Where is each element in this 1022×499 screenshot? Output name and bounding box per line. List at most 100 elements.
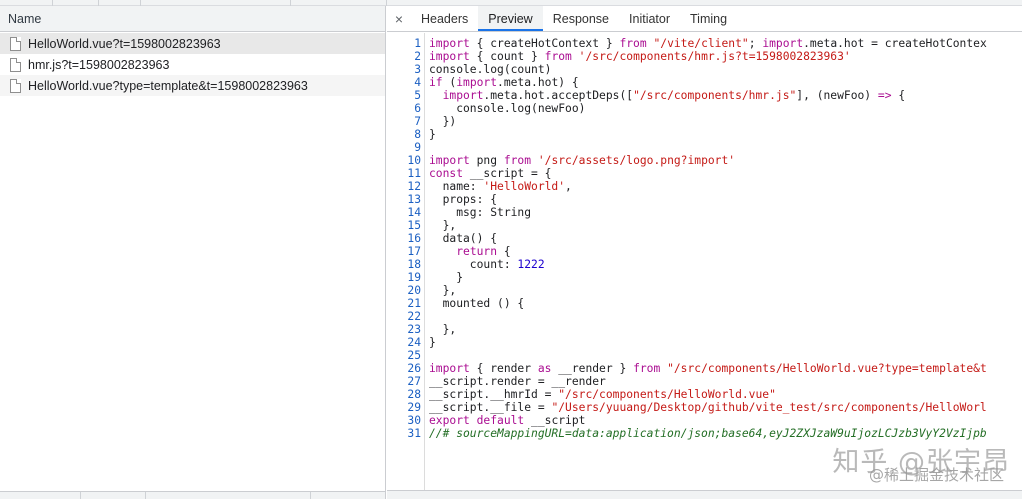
tab-response[interactable]: Response xyxy=(543,6,619,31)
code-line: 20 }, xyxy=(387,284,1022,297)
name-column-header[interactable]: Name xyxy=(0,6,385,32)
code-token: } xyxy=(429,336,436,349)
request-row-hmr-js[interactable]: hmr.js?t=1598002823963 xyxy=(0,54,385,75)
code-token: as xyxy=(537,362,552,375)
code-token: __script.render = __render xyxy=(429,375,606,388)
code-text: console.log(count) xyxy=(421,63,551,76)
code-token: export xyxy=(429,414,470,427)
code-line: 2 import { count } from '/src/components/… xyxy=(387,50,1022,63)
code-text: import { createHotContext } from "/vite/… xyxy=(421,37,987,50)
code-line: 12 name: 'HelloWorld', xyxy=(387,180,1022,193)
code-line: 22 xyxy=(387,310,1022,323)
source-preview[interactable]: 1 import { createHotContext } from "/vite… xyxy=(387,33,1022,490)
request-detail-pane: × Headers Preview Response Initiator Tim… xyxy=(387,6,1022,499)
document-icon xyxy=(10,57,21,72)
line-number: 30 xyxy=(407,414,421,427)
code-token: { xyxy=(497,245,511,258)
watermark: 知乎 @张宇昂 @稀土掘金技术社区 xyxy=(806,440,1018,490)
code-token: import xyxy=(456,76,498,89)
code-text: }, xyxy=(421,219,457,232)
code-token: msg: String xyxy=(429,206,532,219)
request-list: HelloWorld.vue?t=1598002823963 hmr.js?t=… xyxy=(0,33,385,96)
code-line: 19 } xyxy=(387,271,1022,284)
line-number: 3 xyxy=(414,63,421,76)
detail-tabbar: × Headers Preview Response Initiator Tim… xyxy=(387,6,1022,32)
code-token: from xyxy=(503,154,532,167)
code-token: }, xyxy=(429,284,457,297)
code-token: .meta.hot = createHotContex xyxy=(803,37,987,50)
code-line: 7 }) xyxy=(387,115,1022,128)
code-token: from xyxy=(633,362,661,375)
code-text: __script.render = __render xyxy=(421,375,606,388)
line-number: 31 xyxy=(407,427,421,440)
code-lines: 1 import { createHotContext } from "/vite… xyxy=(387,37,1022,440)
left-pane-footer xyxy=(0,491,385,499)
document-icon xyxy=(10,36,21,51)
code-text: mounted () { xyxy=(421,297,525,310)
code-line: 4 if (import.meta.hot) { xyxy=(387,76,1022,89)
code-token: count: xyxy=(429,258,518,271)
code-line: 3 console.log(count) xyxy=(387,63,1022,76)
code-line: 18 count: 1222 xyxy=(387,258,1022,271)
code-token: ; xyxy=(748,37,763,50)
code-token: console.log(newFoo) xyxy=(429,102,586,115)
tab-headers[interactable]: Headers xyxy=(411,6,478,31)
request-row-helloworld-vue[interactable]: HelloWorld.vue?t=1598002823963 xyxy=(0,33,385,54)
code-text: __script.__hmrId = "/src/components/Hell… xyxy=(421,388,776,401)
tab-initiator[interactable]: Initiator xyxy=(619,6,680,31)
code-text: } xyxy=(421,271,463,284)
line-number: 8 xyxy=(414,128,421,141)
code-token: }, xyxy=(429,323,457,336)
line-number: 28 xyxy=(407,388,421,401)
detail-footer xyxy=(387,490,1022,499)
request-row-helloworld-template[interactable]: HelloWorld.vue?type=template&t=159800282… xyxy=(0,75,385,96)
code-line: 8} xyxy=(387,128,1022,141)
code-token: ( xyxy=(442,76,457,89)
code-token: 1222 xyxy=(517,258,545,271)
code-token: "/src/components/hmr.js" xyxy=(633,89,797,102)
line-number: 18 xyxy=(407,258,421,271)
close-icon[interactable]: × xyxy=(387,6,411,31)
line-number: 12 xyxy=(407,180,421,193)
code-token: } xyxy=(429,271,464,284)
code-token: props: { xyxy=(429,193,498,206)
document-icon xyxy=(10,78,21,93)
code-text: import.meta.hot.acceptDeps(["/src/compon… xyxy=(421,89,906,102)
code-line: 24} xyxy=(387,336,1022,349)
tab-timing[interactable]: Timing xyxy=(680,6,737,31)
code-token: __script = { xyxy=(463,167,552,180)
code-token: import xyxy=(762,37,804,50)
code-line: 9 xyxy=(387,141,1022,154)
tab-preview[interactable]: Preview xyxy=(478,6,543,31)
code-line: 21 mounted () { xyxy=(387,297,1022,310)
code-line: 1 import { createHotContext } from "/vite… xyxy=(387,37,1022,50)
code-text: console.log(newFoo) xyxy=(421,102,585,115)
request-list-pane: Name HelloWorld.vue?t=1598002823963 hmr.… xyxy=(0,6,386,499)
code-line: 25 xyxy=(387,349,1022,362)
request-name: hmr.js?t=1598002823963 xyxy=(28,57,170,72)
code-line: 6 console.log(newFoo) xyxy=(387,102,1022,115)
code-token: '/src/components/hmr.js?t=1598002823963' xyxy=(571,50,851,63)
code-text: import { render as __render } from "/src… xyxy=(421,362,987,375)
code-line: 31 //# sourceMappingURL=data:application/… xyxy=(387,427,1022,440)
code-line: 13 props: { xyxy=(387,193,1022,206)
line-number: 17 xyxy=(407,245,421,258)
code-text: export default __script xyxy=(421,414,585,427)
code-line: 26 import { render as __render } from "/s… xyxy=(387,362,1022,375)
code-token: { count } xyxy=(469,50,545,63)
line-number: 16 xyxy=(407,232,421,245)
line-number: 9 xyxy=(414,141,421,154)
code-text: return { xyxy=(421,245,511,258)
code-token: const xyxy=(429,167,464,180)
line-number: 7 xyxy=(414,115,421,128)
code-line: 27 __script.render = __render xyxy=(387,375,1022,388)
code-token: }, xyxy=(429,219,457,232)
column-divider xyxy=(310,492,311,499)
code-token: { render xyxy=(469,362,538,375)
line-number: 25 xyxy=(407,349,421,362)
code-token: "/Users/yuuang/Desktop/github/vite_test/… xyxy=(551,401,987,414)
